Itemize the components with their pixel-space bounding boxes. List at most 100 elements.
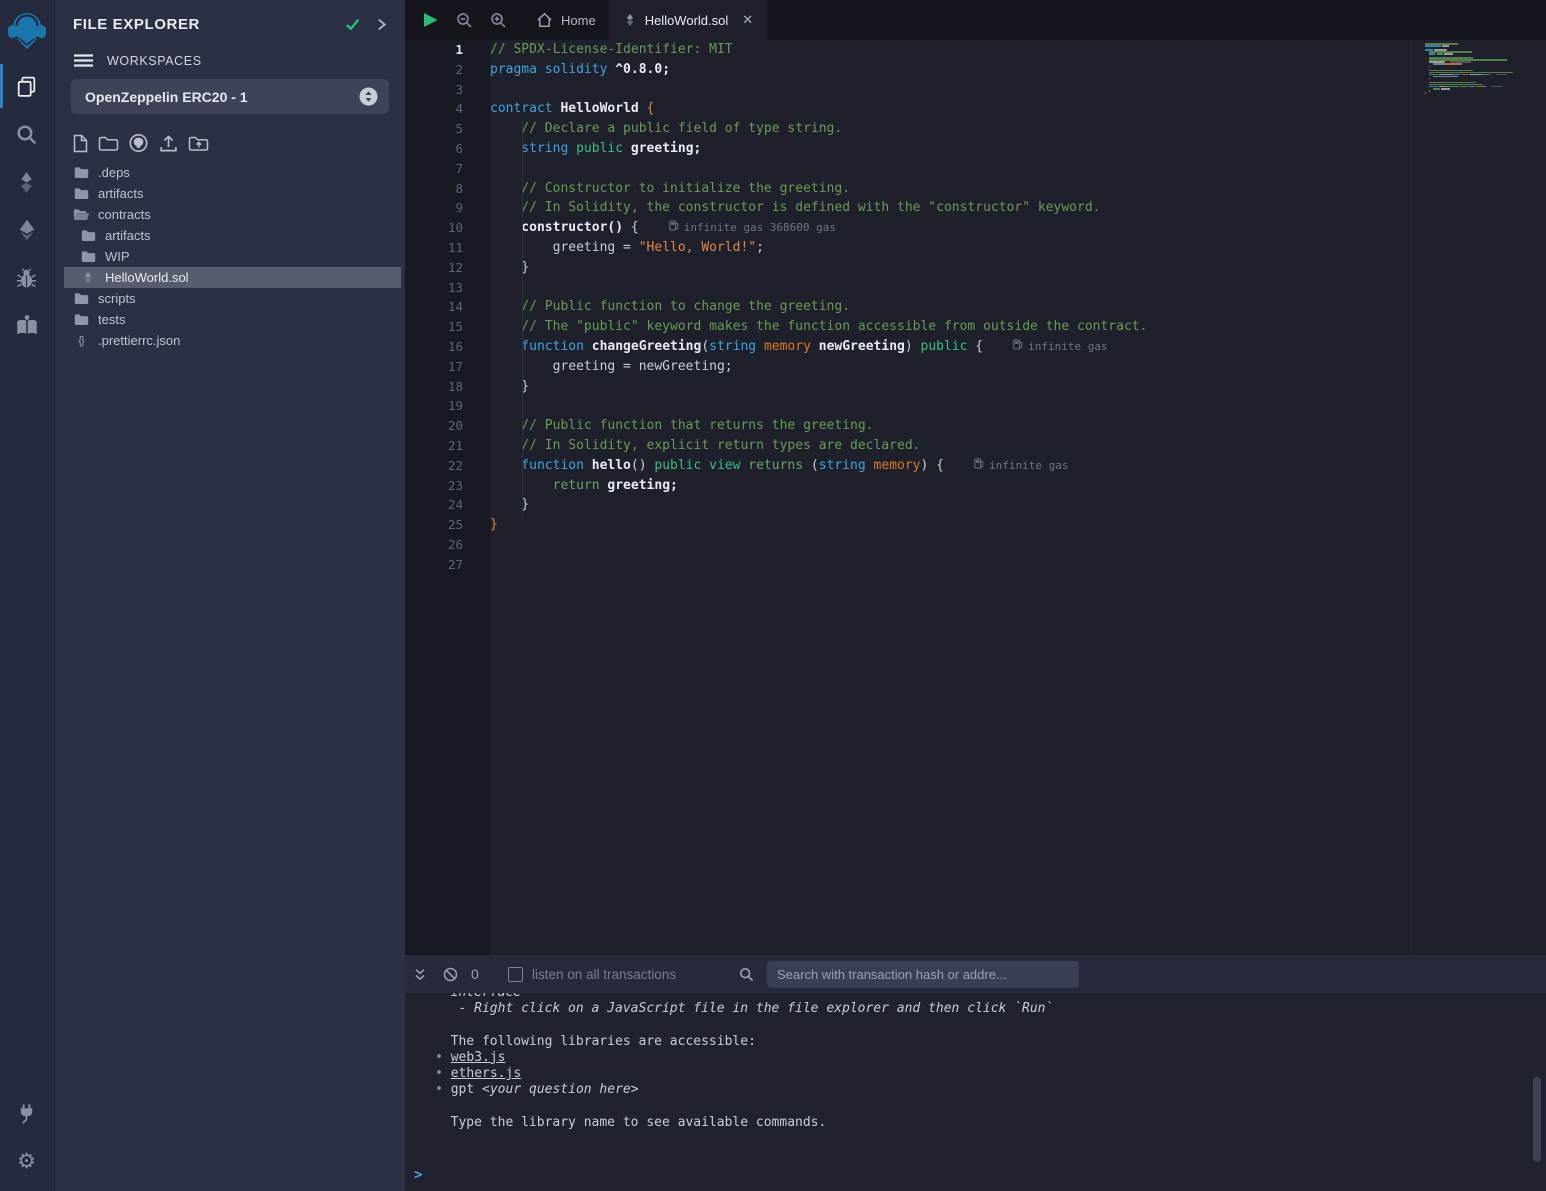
code-line-16[interactable]: function changeGreeting(string memory ne… [490,337,1546,357]
code-line-18[interactable]: } [490,377,1546,397]
indent-guide [522,495,523,515]
minimap[interactable] [1411,40,1546,955]
run-script-button[interactable] [417,0,443,40]
code-line-4[interactable]: contract HelloWorld { [490,99,1546,119]
listen-transactions-checkbox[interactable] [508,967,523,982]
code-line-11[interactable]: greeting = "Hello, World!"; [490,238,1546,258]
search-panel-icon [14,122,39,147]
code-line-3[interactable] [490,80,1546,100]
code-line-24[interactable]: } [490,495,1546,515]
code-line-10[interactable]: constructor() {infinite gas 368600 gas [490,218,1546,238]
zoom-in-button[interactable] [485,0,511,40]
terminal-scrollbar[interactable] [1533,1077,1541,1162]
terminal-collapse-button[interactable] [413,955,427,993]
code-line-15[interactable]: // The "public" keyword makes the functi… [490,317,1546,337]
indent-guide [522,416,523,436]
terminal-header: 0 listen on all transactions [405,955,1546,993]
tree-item-tests[interactable]: tests [64,309,401,330]
clone-github-icon [128,133,149,153]
search-panel-button[interactable] [0,110,53,158]
tree-item--prettierrc-json[interactable]: { }.prettierrc.json [64,330,401,351]
code-line-19[interactable] [490,396,1546,416]
tree-item-artifacts[interactable]: artifacts [64,183,401,204]
code-line-21[interactable]: // In Solidity, explicit return types ar… [490,436,1546,456]
terminal-search-input[interactable] [767,961,1079,988]
workspace-select[interactable]: OpenZeppelin ERC20 - 1 [71,79,389,114]
code-line-23[interactable]: return greeting; [490,476,1546,496]
folder-icon [81,229,96,242]
code-line-9[interactable]: // In Solidity, the constructor is defin… [490,198,1546,218]
code-line-17[interactable]: greeting = newGreeting; [490,357,1546,377]
code-line-5[interactable]: // Declare a public field of type string… [490,119,1546,139]
upload-file-button[interactable] [158,134,179,153]
terminal-prompt[interactable]: > [414,1167,422,1183]
new-folder-icon [98,134,119,153]
tree-item-scripts[interactable]: scripts [64,288,401,309]
collapse-panel-button[interactable] [374,17,389,32]
code-line-25[interactable]: } [490,515,1546,535]
upload-folder-button[interactable] [188,134,209,153]
hamburger-menu-icon [74,53,93,68]
clone-github-button[interactable] [128,133,149,153]
line-number: 20 [405,416,463,436]
apply-check-button[interactable] [343,15,362,34]
tree-item-artifacts[interactable]: artifacts [64,225,401,246]
tab-helloworld-sol[interactable]: HelloWorld.sol✕ [610,0,767,40]
gas-estimate-annotation[interactable]: infinite gas [1013,340,1107,353]
deploy-run-button[interactable] [0,206,53,254]
upload-folder-icon [188,134,209,153]
code-line-27[interactable] [490,555,1546,575]
terminal-link[interactable]: web3.js [451,1050,506,1065]
learneth-button[interactable] [0,302,53,350]
code-line-14[interactable]: // Public function to change the greetin… [490,297,1546,317]
gas-estimate-annotation[interactable]: infinite gas [974,459,1068,472]
solidity-compiler-icon [14,170,39,195]
code-line-22[interactable]: function hello() public view returns (st… [490,456,1546,476]
debugger-icon [14,266,39,291]
code-line-6[interactable]: string public greeting; [490,139,1546,159]
line-number: 10 [405,218,463,238]
gas-estimate-annotation[interactable]: infinite gas 368600 gas [669,221,836,234]
code-line-13[interactable] [490,278,1546,298]
terminal-link[interactable]: ethers.js [451,1066,521,1081]
code-editor[interactable]: 1234567891011121314151617181920212223242… [405,40,1546,955]
file-explorer-toolbar [72,133,405,153]
new-file-button[interactable] [72,134,89,153]
tree-item-wip[interactable]: WIP [64,246,401,267]
tree-item-label: artifacts [98,186,144,201]
zoom-out-button[interactable] [451,0,477,40]
solidity-compiler-button[interactable] [0,158,53,206]
code-line-8[interactable]: // Constructor to initialize the greetin… [490,179,1546,199]
chevron-right-icon [374,17,389,32]
close-tab-icon[interactable]: ✕ [742,12,753,28]
plugin-manager-button[interactable] [0,1089,53,1137]
folder-icon [73,166,89,179]
remix-logo[interactable] [0,0,53,62]
editor-toolbar-buttons [405,0,511,40]
tree-item-contracts[interactable]: contracts [64,204,401,225]
file-explorer-panel-button[interactable] [0,62,53,110]
code-line-12[interactable]: } [490,258,1546,278]
code-line-20[interactable]: // Public function that returns the gree… [490,416,1546,436]
terminal-output[interactable]: interface - Right click on a JavaScript … [405,993,1546,1191]
tab-home[interactable]: Home [523,0,610,40]
code-line-7[interactable] [490,159,1546,179]
line-number: 5 [405,119,463,139]
tree-item-helloworld-sol[interactable]: HelloWorld.sol [64,267,401,288]
debugger-button[interactable] [0,254,53,302]
line-number: 19 [405,396,463,416]
terminal-clear-button[interactable] [443,955,458,993]
workspaces-menu-icon-wrap[interactable] [74,53,93,68]
code-line-1[interactable]: // SPDX-License-Identifier: MIT [490,40,1546,60]
settings-button[interactable]: ⚙ [0,1137,53,1185]
indent-guide [522,179,523,199]
code-line-2[interactable]: pragma solidity ^0.8.0; [490,60,1546,80]
tree-item-label: HelloWorld.sol [105,270,189,285]
tree-item-label: .deps [98,165,130,180]
tree-item--deps[interactable]: .deps [64,162,401,183]
indent-guide [522,238,523,258]
new-folder-button[interactable] [98,134,119,153]
solidity-file-icon [623,13,637,27]
file-explorer-panel: FILE EXPLORER WORKSPACES OpenZeppelin ER… [55,0,405,1191]
code-line-26[interactable] [490,535,1546,555]
